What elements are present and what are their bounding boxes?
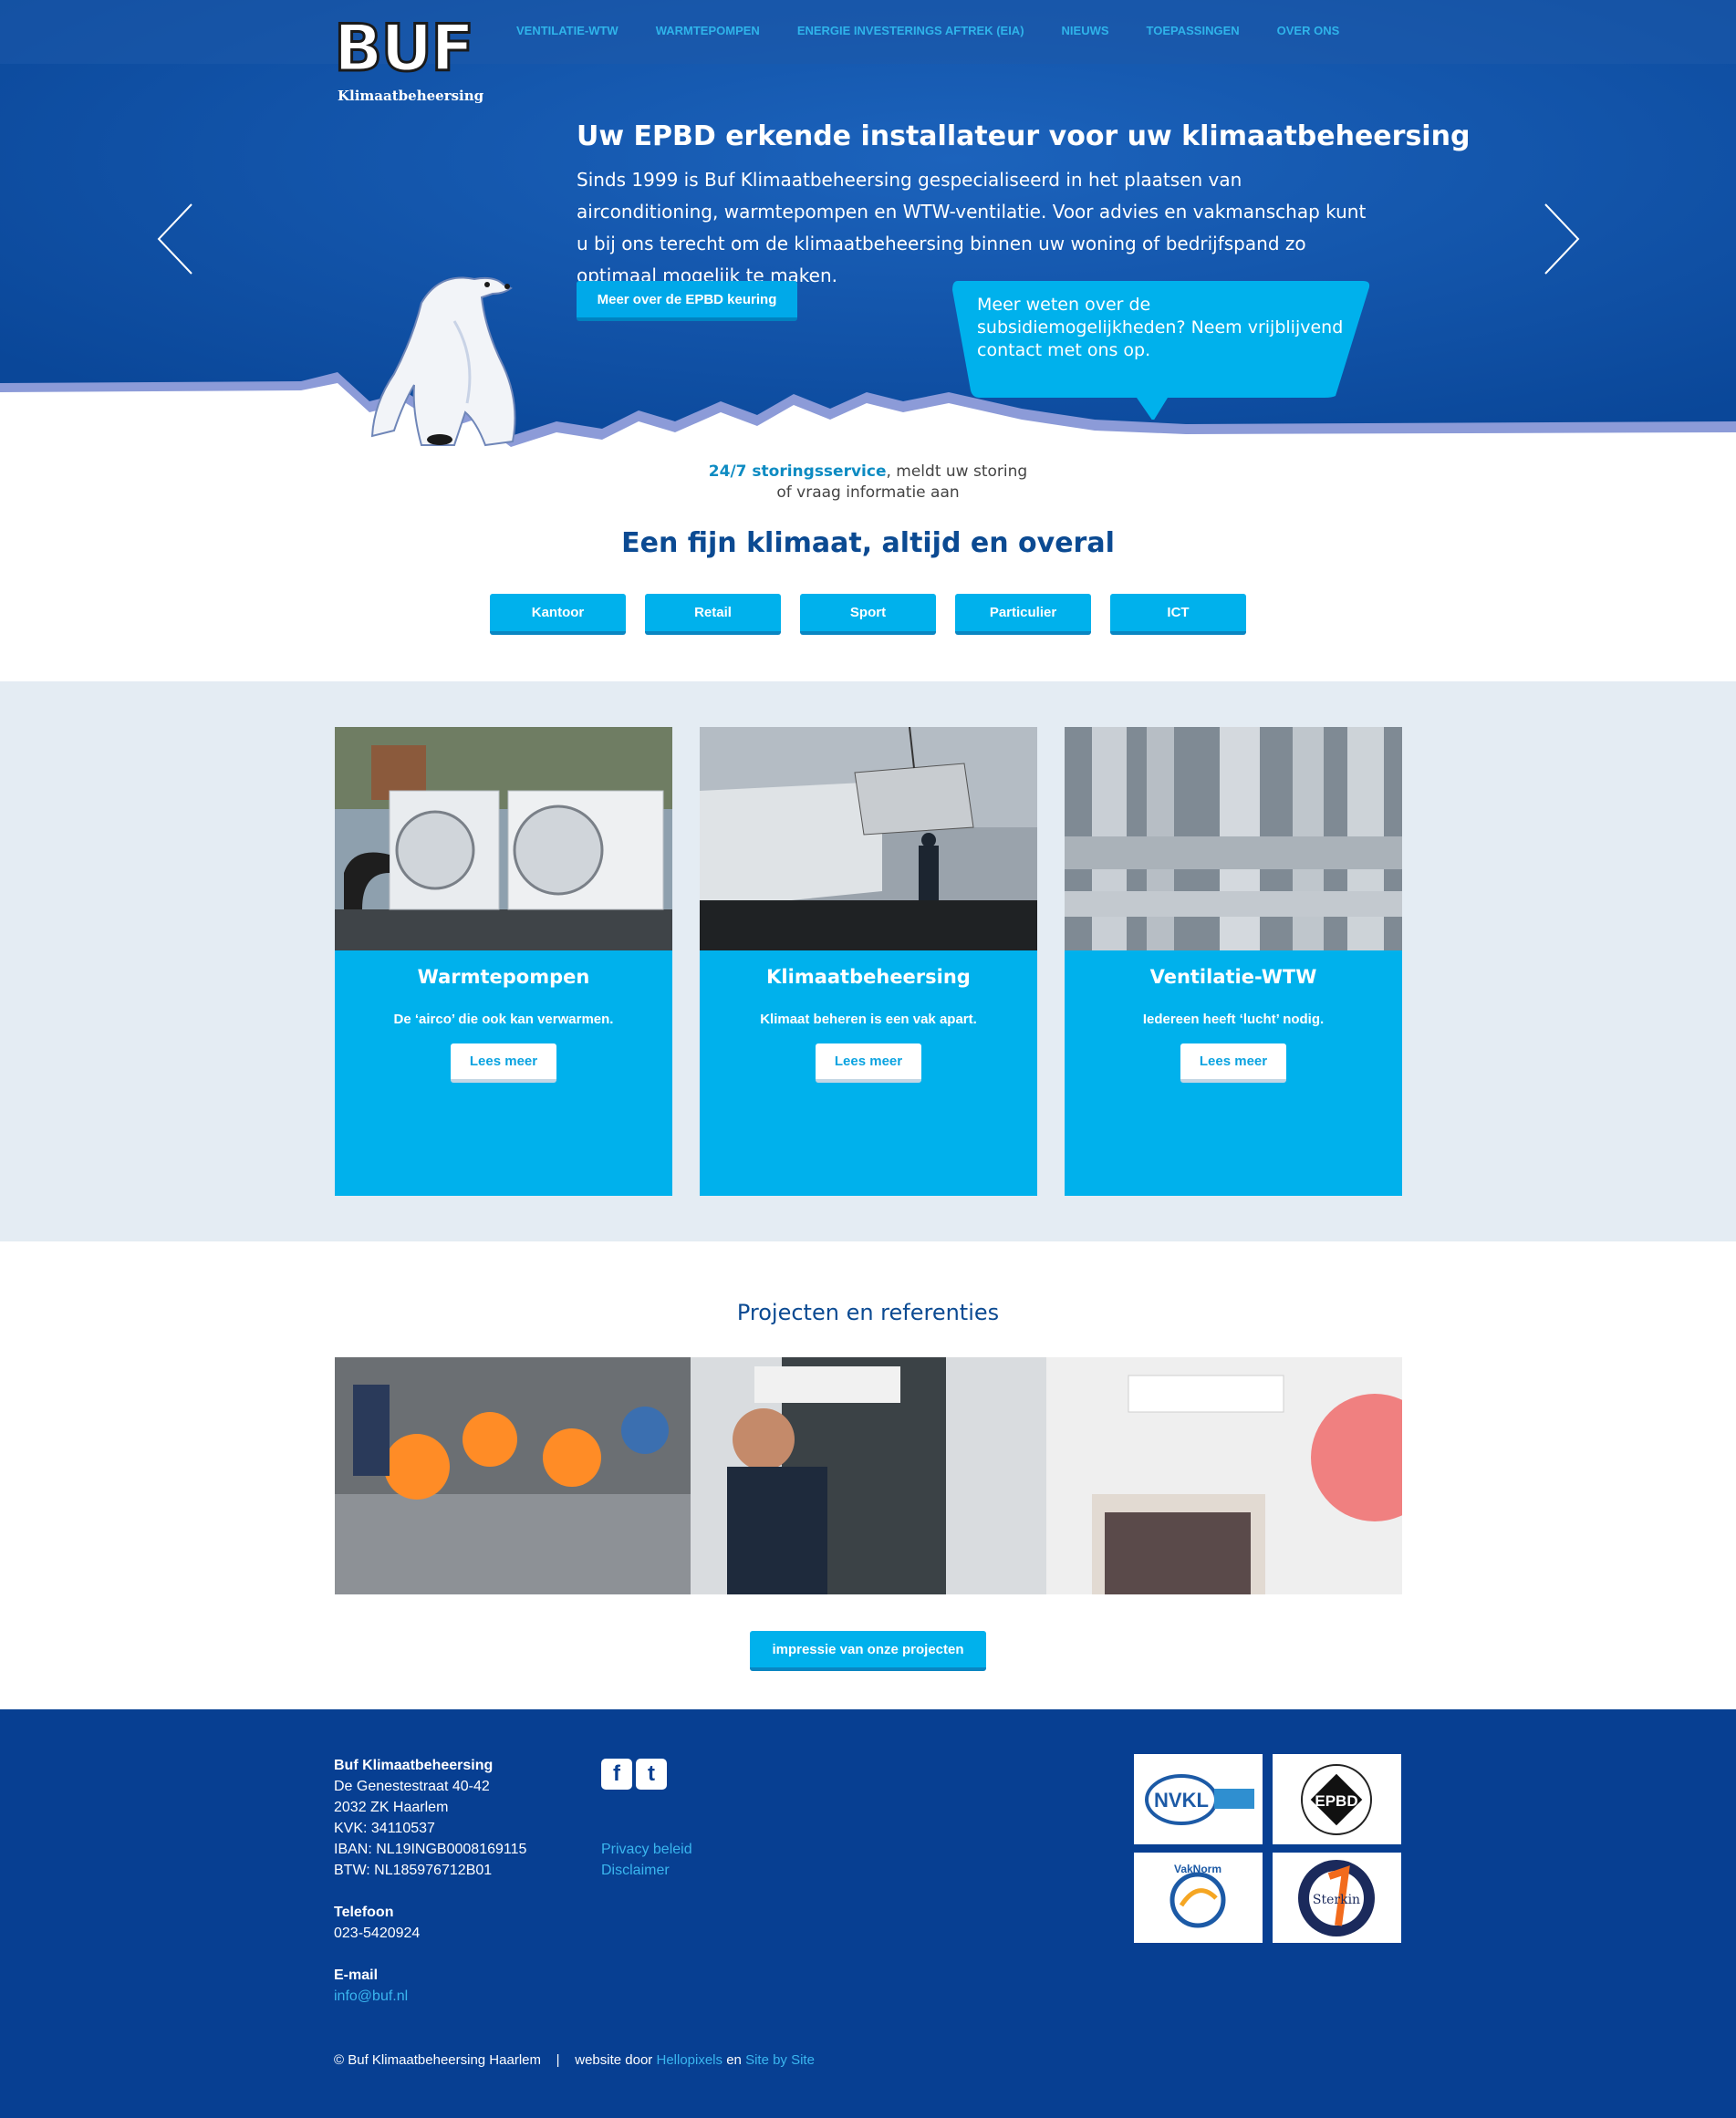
epbd-keuring-button[interactable]: Meer over de EPBD keuring (577, 281, 797, 321)
speech-bubble-text: Meer weten over de subsidiemogelijkheden… (977, 295, 1344, 360)
disclaimer-link[interactable]: Disclaimer (601, 1860, 692, 1881)
footer-company-name: Buf Klimaatbeheersing (334, 1758, 494, 1773)
category-buttons: Kantoor Retail Sport Particulier ICT (490, 594, 1246, 635)
footer-street: De Genestestraat 40-42 (334, 1779, 490, 1794)
certificate-logos: NVKL EPBD VakNorm Sterkin (1134, 1754, 1403, 1946)
project-image-interior[interactable] (1046, 1357, 1402, 1594)
hellopixels-link[interactable]: Hellopixels (656, 2052, 722, 2068)
service-card-warmtepompen[interactable]: Warmtepompen De ‘airco’ die ook kan verw… (335, 727, 672, 1196)
service-title: Ventilatie-WTW (1149, 966, 1317, 988)
copyright-text: © Buf Klimaatbeheersing Haarlem (334, 2052, 541, 2068)
svg-text:EPBD: EPBD (1315, 1792, 1357, 1810)
footer: Buf Klimaatbeheersing De Genestestraat 4… (0, 1709, 1736, 2118)
service-title: Warmtepompen (417, 966, 590, 988)
facebook-icon[interactable]: f (601, 1759, 632, 1790)
privacy-link[interactable]: Privacy beleid (601, 1839, 692, 1860)
epbd-logo[interactable]: EPBD (1273, 1754, 1401, 1844)
footer-city: 2032 ZK Haarlem (334, 1800, 449, 1815)
warmtepompen-image (335, 727, 672, 950)
polar-bear-mascot-icon (370, 276, 516, 447)
storing-rest: , meldt uw storing (886, 462, 1028, 481)
copyright-separator: | (556, 2052, 560, 2068)
services-section: Warmtepompen De ‘airco’ die ook kan verw… (0, 681, 1736, 1241)
copyright-line: © Buf Klimaatbeheersing Haarlem | websit… (334, 2052, 815, 2068)
section-title-klimaat: Een fijn klimaat, altijd en overal (621, 527, 1115, 559)
sterkin-logo[interactable]: Sterkin (1273, 1853, 1401, 1943)
hero-section: BUF Klimaatbeheersing Ventilatie-WTW War… (0, 0, 1736, 456)
svg-text:Sterkin: Sterkin (1313, 1893, 1360, 1907)
service-card-ventilatie-wtw[interactable]: Ventilatie-WTW Iedereen heeft ‘lucht’ no… (1065, 727, 1402, 1196)
klimaatbeheersing-image (700, 727, 1037, 950)
storing-highlight[interactable]: 24/7 storingsservice (709, 462, 887, 481)
footer-email-link[interactable]: info@buf.nl (334, 1988, 408, 2004)
legal-links: Privacy beleid Disclaimer (601, 1839, 692, 1881)
twitter-icon[interactable]: t (636, 1759, 667, 1790)
service-subtitle: De ‘airco’ die ook kan verwarmen. (393, 1012, 614, 1027)
service-card-klimaatbeheersing[interactable]: Klimaatbeheersing Klimaat beheren is een… (700, 727, 1037, 1196)
footer-phone[interactable]: 023-5420924 (334, 1923, 526, 1944)
storing-line-2: of vraag informatie aan (776, 483, 960, 502)
category-kantoor-button[interactable]: Kantoor (490, 594, 626, 635)
storing-service-text: 24/7 storingsservice, meldt uw storing o… (0, 462, 1736, 504)
hero-title: Uw EPBD erkende installateur voor uw kli… (577, 120, 1471, 152)
service-title: Klimaatbeheersing (766, 966, 971, 988)
service-subtitle: Iedereen heeft ‘lucht’ nodig. (1142, 1012, 1325, 1027)
main-nav: Ventilatie-WTW Warmtepompen Energie Inve… (516, 24, 1377, 37)
projects-impression-button[interactable]: impressie van onze projecten (750, 1631, 986, 1671)
nav-nieuws[interactable]: Nieuws (1062, 24, 1109, 37)
nav-ventilatie-wtw[interactable]: Ventilatie-WTW (516, 24, 619, 37)
category-particulier-button[interactable]: Particulier (955, 594, 1091, 635)
hero-description: Sinds 1999 is Buf Klimaatbeheersing gesp… (577, 169, 1367, 286)
footer-iban: IBAN: NL19INGB0008169115 (334, 1842, 527, 1857)
buf-logo[interactable]: BUF Klimaatbeheersing (332, 11, 484, 106)
footer-phone-label: Telefoon (334, 1905, 394, 1920)
credit-prefix: website door (575, 2052, 653, 2068)
slider-prev-arrow-icon[interactable] (155, 202, 195, 275)
nvkl-logo[interactable]: NVKL (1134, 1754, 1263, 1844)
project-image-kids-sport[interactable] (335, 1357, 691, 1594)
footer-email-label: E-mail (334, 1967, 379, 1983)
projects-title: Projecten en referenties (736, 1300, 1000, 1325)
footer-btw: BTW: NL185976712B01 (334, 1863, 493, 1878)
lees-meer-button[interactable]: Lees meer (451, 1043, 556, 1083)
footer-kvk: KVK: 34110537 (334, 1821, 435, 1836)
nav-warmtepompen[interactable]: Warmtepompen (656, 24, 760, 37)
category-retail-button[interactable]: Retail (645, 594, 781, 635)
vaknorm-logo[interactable]: VakNorm (1134, 1853, 1263, 1943)
slider-next-arrow-icon[interactable] (1542, 202, 1582, 275)
credit-and: en (726, 2052, 742, 2068)
svg-text:NVKL: NVKL (1154, 1789, 1209, 1812)
site-by-site-link[interactable]: Site by Site (745, 2052, 815, 2068)
lees-meer-button[interactable]: Lees meer (816, 1043, 921, 1083)
category-ict-button[interactable]: ICT (1110, 594, 1246, 635)
category-sport-button[interactable]: Sport (800, 594, 936, 635)
footer-contact: Buf Klimaatbeheersing De Genestestraat 4… (334, 1755, 526, 2007)
project-image-installer[interactable] (691, 1357, 1046, 1594)
service-subtitle: Klimaat beheren is een vak apart. (760, 1012, 977, 1027)
lees-meer-button[interactable]: Lees meer (1180, 1043, 1286, 1083)
nav-toepassingen[interactable]: Toepassingen (1147, 24, 1240, 37)
svg-text:VakNorm: VakNorm (1174, 1863, 1221, 1875)
nav-over-ons[interactable]: Over ons (1277, 24, 1340, 37)
social-links: f t (601, 1759, 667, 1790)
ventilatie-wtw-image (1065, 727, 1402, 950)
logo-tagline: Klimaatbeheersing (338, 88, 484, 104)
logo-wordmark: BUF (332, 11, 475, 86)
nav-eia[interactable]: Energie Investerings Aftrek (EIA) (797, 24, 1024, 37)
